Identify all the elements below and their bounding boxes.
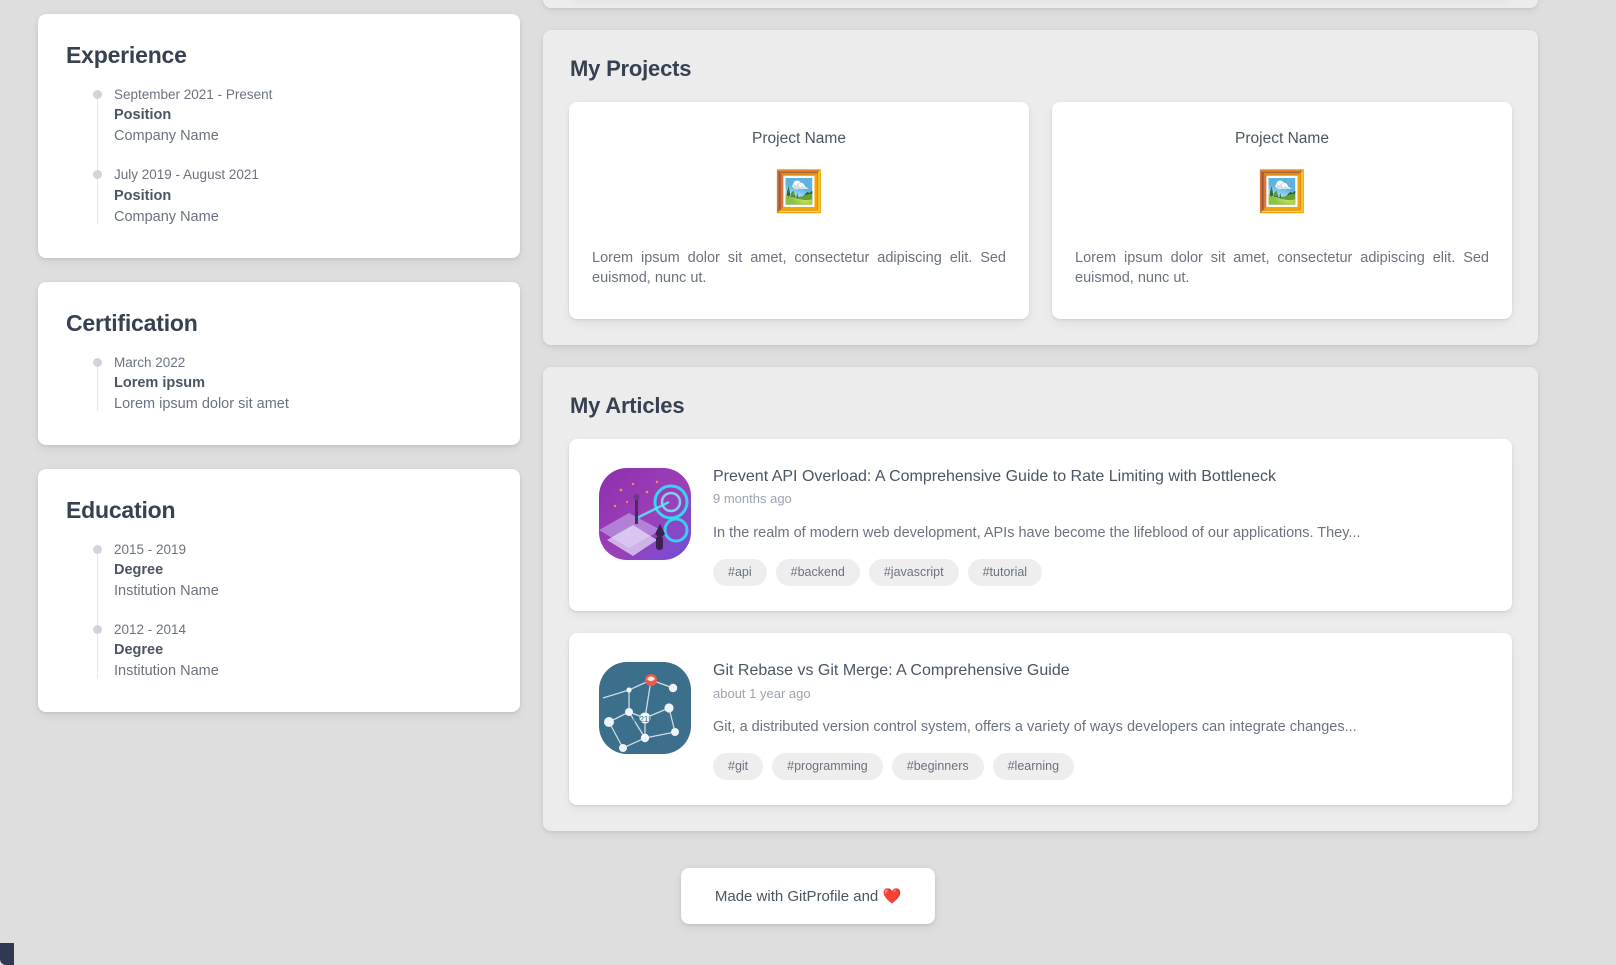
article-timestamp: 9 months ago [713, 491, 792, 507]
timeline-dot-icon [93, 357, 102, 367]
teal-network-graph-thumbnail-icon: \u21ba [599, 661, 691, 754]
timeline-dot-icon [93, 170, 102, 180]
article-tag[interactable]: #git [713, 753, 764, 781]
experience-position: Position [114, 187, 172, 204]
window-corner-decoration [0, 943, 14, 965]
article-card[interactable]: \u21ba Git Rebase vs Git Merge: A Compre… [569, 632, 1512, 806]
project-description: Lorem ipsum dolor sit amet, consectetur … [1075, 249, 1489, 287]
experience-position: Position [114, 107, 172, 124]
experience-item: September 2021 - Present Position Compan… [82, 85, 492, 172]
timeline-dot-icon [93, 90, 102, 99]
project-description: Lorem ipsum dolor sit amet, consectetur … [592, 249, 1006, 287]
article-tags: #git #programming #beginners #learning [713, 753, 1488, 781]
article-tag[interactable]: #programming [772, 753, 883, 781]
education-degree: Degree [114, 642, 164, 659]
footer: Made with GitProfile and ❤️ [0, 868, 1616, 924]
education-title: Education [66, 496, 176, 523]
experience-title: Experience [66, 42, 187, 68]
article-card[interactable]: Prevent API Overload: A Comprehensive Gu… [569, 438, 1512, 611]
experience-date: September 2021 - Present [114, 87, 273, 102]
education-card: Education 2015 - 2019 Degree Institution… [38, 468, 520, 713]
projects-grid: Project Name 🖼️ Lorem ipsum dolor sit am… [569, 102, 1512, 319]
certification-date: March 2022 [114, 354, 186, 370]
article-body: Prevent API Overload: A Comprehensive Gu… [713, 464, 1488, 586]
experience-timeline: September 2021 - Present Position Compan… [66, 85, 492, 228]
article-tag[interactable]: #backend [775, 558, 860, 586]
article-tag[interactable]: #javascript [868, 558, 959, 586]
certification-item: March 2022 Lorem ipsum Lorem ipsum dolor… [82, 353, 492, 415]
panel-stub [543, 0, 1538, 8]
article-title[interactable]: Git Rebase vs Git Merge: A Comprehensive… [713, 660, 1488, 682]
education-item: 2015 - 2019 Degree Institution Name [82, 540, 492, 627]
certification-card: Certification March 2022 Lorem ipsum Lor… [38, 281, 520, 445]
experience-company: Company Name [114, 208, 219, 225]
timeline-dot-icon [93, 625, 102, 635]
article-tag[interactable]: #beginners [891, 753, 984, 781]
certification-timeline: March 2022 Lorem ipsum Lorem ipsum dolor… [66, 353, 492, 415]
article-timestamp: about 1 year ago [713, 685, 811, 701]
experience-card: Experience September 2021 - Present Posi… [38, 14, 520, 258]
articles-panel: My Articles Prevent API Overload: A Comp… [543, 366, 1538, 832]
articles-title: My Articles [570, 392, 685, 418]
project-card[interactable]: Project Name 🖼️ Lorem ipsum dolor sit am… [1052, 102, 1512, 319]
article-description: In the realm of modern web development, … [713, 524, 1361, 541]
education-timeline: 2015 - 2019 Degree Institution Name 2012… [66, 540, 492, 683]
timeline-dot-icon [93, 544, 102, 554]
article-tags: #api #backend #javascript #tutorial [713, 558, 1488, 586]
framed-picture-icon: 🖼️ [774, 169, 824, 214]
education-institution: Institution Name [114, 663, 219, 680]
purple-isometric-tech-thumbnail-icon [599, 467, 691, 560]
certification-body: Lorem ipsum dolor sit amet [114, 395, 289, 412]
article-tag[interactable]: #learning [992, 753, 1075, 781]
project-name: Project Name [1235, 130, 1329, 147]
article-body: Git Rebase vs Git Merge: A Comprehensive… [713, 658, 1488, 781]
education-degree: Degree [114, 562, 164, 579]
education-institution: Institution Name [114, 583, 219, 600]
project-name: Project Name [752, 130, 846, 147]
svg-text:\u21ba: \u21ba [633, 715, 658, 724]
projects-title: My Projects [570, 56, 692, 81]
article-tag[interactable]: #tutorial [967, 558, 1043, 586]
education-date: 2015 - 2019 [114, 541, 187, 557]
footer-credit-badge[interactable]: Made with GitProfile and ❤️ [680, 868, 936, 924]
portfolio-page: Experience September 2021 - Present Posi… [0, 0, 1616, 965]
experience-date: July 2019 - August 2021 [114, 167, 259, 183]
certification-name: Lorem ipsum [114, 374, 206, 391]
experience-company: Company Name [114, 128, 219, 145]
sidebar-column: Experience September 2021 - Present Posi… [38, 0, 520, 736]
projects-panel: My Projects Project Name 🖼️ Lorem ipsum … [543, 30, 1538, 345]
main-column: My Projects Project Name 🖼️ Lorem ipsum … [543, 0, 1538, 853]
article-title[interactable]: Prevent API Overload: A Comprehensive Gu… [713, 466, 1488, 488]
experience-item: July 2019 - August 2021 Position Company… [82, 165, 492, 227]
framed-picture-icon: 🖼️ [1257, 169, 1307, 214]
article-tag[interactable]: #api [713, 558, 767, 586]
project-card[interactable]: Project Name 🖼️ Lorem ipsum dolor sit am… [569, 102, 1029, 319]
article-description: Git, a distributed version control syste… [713, 719, 1357, 736]
education-date: 2012 - 2014 [114, 622, 187, 638]
certification-title: Certification [66, 309, 198, 336]
education-item: 2012 - 2014 Degree Institution Name [82, 620, 492, 682]
